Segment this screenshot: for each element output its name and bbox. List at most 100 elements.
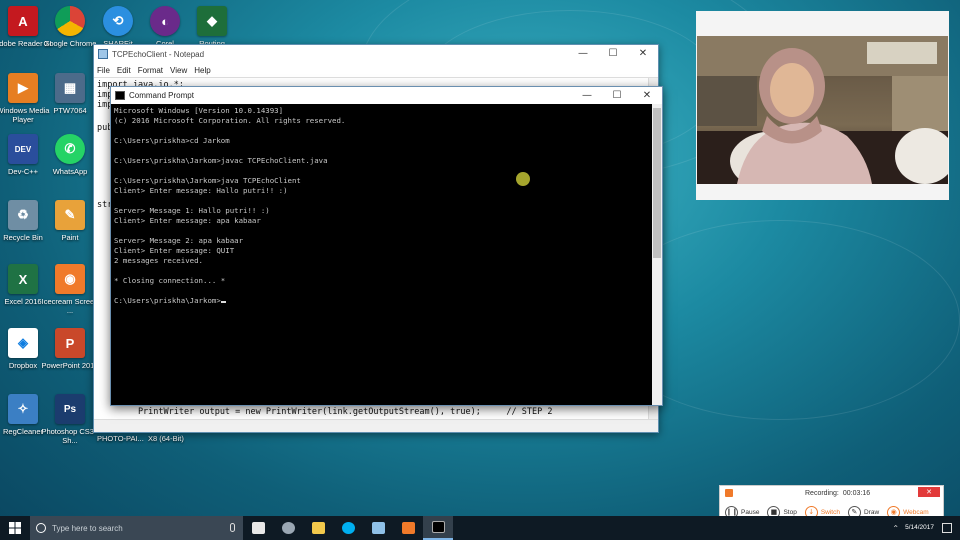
desktop-icon-photo-paint-label[interactable]: PHOTO-PAI... bbox=[97, 434, 144, 443]
taskbar-command-prompt[interactable] bbox=[423, 516, 453, 540]
skype-icon bbox=[341, 522, 355, 534]
network-icon bbox=[281, 522, 295, 534]
devcpp-icon: DEV bbox=[8, 134, 38, 164]
notepad-icon bbox=[371, 522, 385, 534]
notepad-horizontal-scrollbar[interactable] bbox=[94, 419, 658, 432]
taskbar-notepad[interactable] bbox=[363, 516, 393, 540]
taskbar: Type here to search ⌃ 5/14/2017 bbox=[0, 516, 960, 540]
windows-logo-icon bbox=[9, 522, 21, 534]
start-button[interactable] bbox=[0, 516, 30, 540]
recorder-close-button[interactable]: ✕ bbox=[918, 487, 940, 497]
cmd-scrollbar-thumb[interactable] bbox=[653, 108, 661, 258]
whatsapp-icon: ✆ bbox=[55, 134, 85, 164]
desktop-icon-photoshop[interactable]: Ps Photoshop CS3 - Sh... bbox=[41, 394, 99, 445]
chevron-up-icon[interactable]: ⌃ bbox=[892, 524, 899, 533]
desktop-icon-powerpoint[interactable]: P PowerPoint 2016 bbox=[41, 328, 99, 370]
action-center-icon[interactable] bbox=[942, 523, 952, 533]
search-placeholder: Type here to search bbox=[52, 523, 123, 533]
dropbox-icon: ◈ bbox=[8, 328, 38, 358]
console-line: 2 messages received. bbox=[114, 256, 203, 265]
desktop-icon-icecream[interactable]: ◉ Icecream Screen ... bbox=[41, 264, 99, 315]
cmd-titlebar[interactable]: Command Prompt — ☐ ✕ bbox=[111, 87, 662, 104]
notepad-titlebar[interactable]: TCPEchoClient - Notepad — ☐ ✕ bbox=[94, 45, 658, 63]
menu-file[interactable]: File bbox=[97, 66, 110, 75]
cortana-icon bbox=[36, 523, 46, 533]
webcam-overlay bbox=[696, 11, 949, 200]
chrome-icon bbox=[55, 6, 85, 36]
console-line: (c) 2016 Microsoft Corporation. All righ… bbox=[114, 116, 346, 125]
icecream-icon: ◉ bbox=[55, 264, 85, 294]
menu-view[interactable]: View bbox=[170, 66, 187, 75]
maximize-button[interactable]: ☐ bbox=[602, 87, 632, 104]
notepad-icon bbox=[98, 49, 108, 59]
taskbar-icecream-recorder[interactable] bbox=[393, 516, 423, 540]
console-line: C:\Users\priskha\Jarkom>java TCPEchoClie… bbox=[114, 176, 301, 185]
cmd-scrollbar[interactable] bbox=[652, 104, 662, 405]
webcam-image bbox=[697, 36, 948, 184]
console-line: Client> Enter message: apa kabaar bbox=[114, 216, 261, 225]
corel-icon: ◐ bbox=[150, 6, 180, 36]
recording-time: 00:03:16 bbox=[842, 489, 871, 497]
close-button[interactable]: ✕ bbox=[632, 87, 662, 104]
cmd-icon bbox=[431, 521, 445, 533]
shareit-icon: ⟲ bbox=[103, 6, 133, 36]
notepad-title: TCPEchoClient - Notepad bbox=[112, 49, 205, 59]
menu-help[interactable]: Help bbox=[194, 66, 210, 75]
regcleaner-icon: ✧ bbox=[8, 394, 38, 424]
console-line: * Closing connection... * bbox=[114, 276, 226, 285]
photoshop-icon: Ps bbox=[55, 394, 85, 424]
paint-icon: ✎ bbox=[55, 200, 85, 230]
desktop-icon-ptw[interactable]: ▦ PTW7064 bbox=[41, 73, 99, 115]
taskbar-search-box[interactable]: Type here to search bbox=[30, 516, 243, 540]
console-line: C:\Users\priskha>cd Jarkom bbox=[114, 136, 230, 145]
recording-status: Recording: bbox=[805, 489, 839, 497]
taskbar-date: 5/14/2017 bbox=[905, 524, 934, 531]
maximize-button[interactable]: ☐ bbox=[598, 45, 628, 63]
command-prompt-window[interactable]: Command Prompt — ☐ ✕ Microsoft Windows [… bbox=[110, 86, 663, 406]
taskbar-skype[interactable] bbox=[333, 516, 363, 540]
pdf-icon: A bbox=[8, 6, 38, 36]
menu-edit[interactable]: Edit bbox=[117, 66, 131, 75]
recorder-logo-icon bbox=[725, 489, 733, 497]
ptw-icon: ▦ bbox=[55, 73, 85, 103]
taskbar-clock[interactable]: 5/14/2017 bbox=[905, 524, 934, 532]
mouse-cursor-highlight bbox=[516, 172, 530, 186]
text-cursor bbox=[220, 301, 226, 303]
cmd-title: Command Prompt bbox=[129, 91, 194, 100]
excel-icon: X bbox=[8, 264, 38, 294]
console-line: Client> Enter message: QUIT bbox=[114, 246, 235, 255]
notepad-menubar: File Edit Format View Help bbox=[94, 63, 658, 77]
media-player-icon: ▶ bbox=[8, 73, 38, 103]
folder-icon bbox=[311, 522, 325, 534]
cmd-console[interactable]: Microsoft Windows [Version 10.0.14393] (… bbox=[114, 106, 650, 405]
code-line: PrintWriter output = new PrintWriter(lin… bbox=[97, 407, 553, 417]
desktop-icon-whatsapp[interactable]: ✆ WhatsApp bbox=[41, 134, 99, 176]
microphone-icon[interactable] bbox=[230, 523, 235, 532]
desktop-icon-x8-label[interactable]: X8 (64-Bit) bbox=[148, 434, 184, 443]
desktop-icon-paint[interactable]: ✎ Paint bbox=[41, 200, 99, 242]
desktop-icon-routing[interactable]: ◆ Routing bbox=[183, 6, 241, 48]
console-line: Microsoft Windows [Version 10.0.14393] bbox=[114, 106, 284, 115]
console-prompt-line[interactable]: C:\Users\priskha\Jarkom> bbox=[114, 296, 650, 306]
menu-format[interactable]: Format bbox=[138, 66, 163, 75]
minimize-button[interactable]: — bbox=[568, 45, 598, 63]
system-tray: ⌃ 5/14/2017 bbox=[892, 516, 960, 540]
store-icon bbox=[251, 522, 265, 534]
powerpoint-icon: P bbox=[55, 328, 85, 358]
console-line: Server> Message 1: Hallo putri!! :) bbox=[114, 206, 270, 215]
recycle-bin-icon: ♻ bbox=[8, 200, 38, 230]
console-line: Server> Message 2: apa kabaar bbox=[114, 236, 244, 245]
cmd-icon bbox=[115, 91, 125, 100]
close-button[interactable]: ✕ bbox=[628, 45, 658, 63]
webcam-scene bbox=[697, 36, 948, 184]
minimize-button[interactable]: — bbox=[572, 87, 602, 104]
taskbar-network-tool[interactable] bbox=[273, 516, 303, 540]
taskbar-store[interactable] bbox=[243, 516, 273, 540]
taskbar-file-explorer[interactable] bbox=[303, 516, 333, 540]
